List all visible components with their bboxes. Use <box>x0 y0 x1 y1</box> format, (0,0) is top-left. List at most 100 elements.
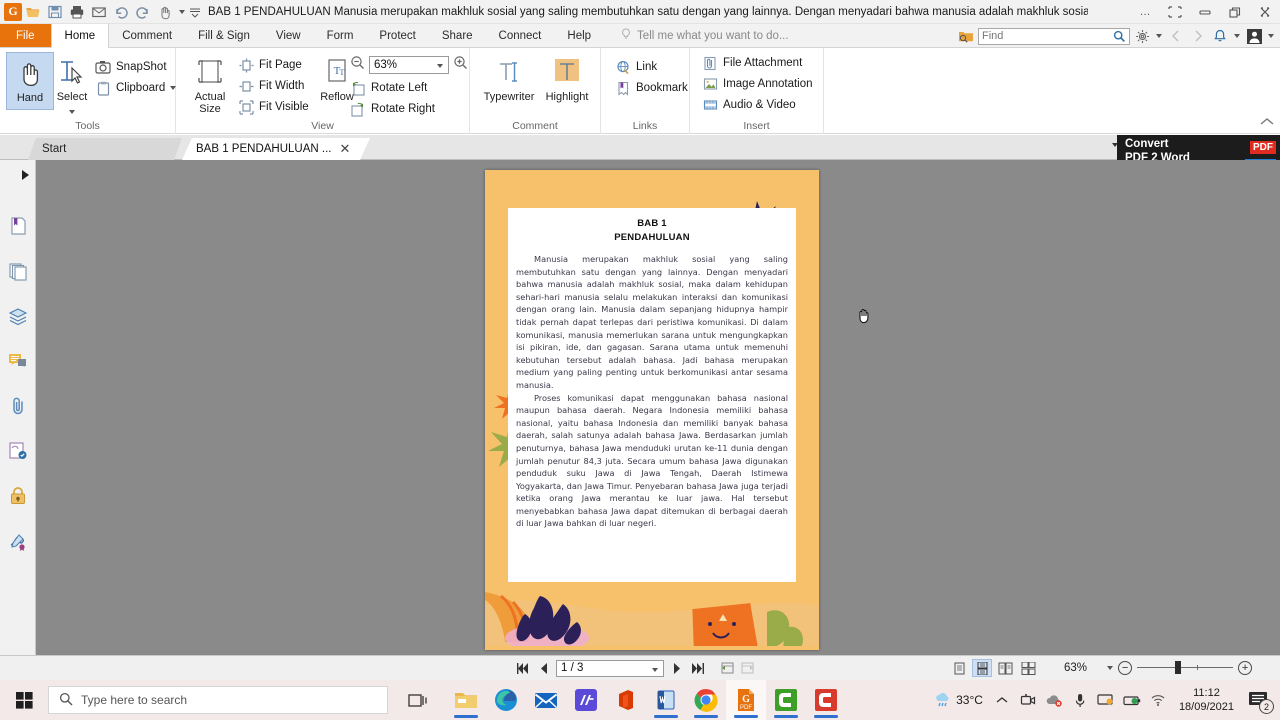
camtasia-recorder-icon[interactable] <box>806 680 846 720</box>
pdf-viewer-canvas[interactable]: BAB 1 PENDAHULUAN Manusia merupakan makh… <box>36 160 1280 655</box>
avatar-caret-icon[interactable] <box>1266 26 1276 46</box>
tab-fill-and-sign[interactable]: Fill & Sign <box>185 24 263 47</box>
ribbon-display-icon[interactable] <box>1160 0 1190 24</box>
select-dropdown-caret-icon[interactable] <box>69 105 75 117</box>
search-input[interactable]: Type here to search <box>48 686 388 714</box>
redo-icon[interactable] <box>132 1 154 23</box>
next-page-icon[interactable] <box>668 660 685 677</box>
tab-comment[interactable]: Comment <box>109 24 185 47</box>
zoom-out-button[interactable]: − <box>1118 661 1133 675</box>
previous-view-icon[interactable] <box>718 660 735 677</box>
forward-arrow-icon[interactable] <box>1188 26 1208 46</box>
email-icon[interactable] <box>88 1 110 23</box>
battery-icon[interactable] <box>1119 680 1145 720</box>
ma-app-icon[interactable] <box>566 680 606 720</box>
qat-dropdown-caret-icon[interactable] <box>176 1 188 23</box>
first-page-icon[interactable] <box>514 660 531 677</box>
page-dropdown-caret-icon[interactable] <box>652 667 658 672</box>
doc-tab-start[interactable]: Start <box>28 138 182 160</box>
word-icon[interactable] <box>646 680 686 720</box>
file-attachment-button[interactable]: File Attachment <box>702 53 802 73</box>
tab-share[interactable]: Share <box>429 24 486 47</box>
single-page-layout-button[interactable] <box>949 659 969 677</box>
last-page-icon[interactable] <box>689 660 706 677</box>
zoom-caret-icon[interactable] <box>437 64 443 68</box>
tab-form[interactable]: Form <box>314 24 367 47</box>
microphone-icon[interactable] <box>1067 680 1093 720</box>
cloud-error-icon[interactable] <box>1041 680 1067 720</box>
show-hidden-icons-chevron[interactable] <box>989 680 1015 720</box>
office-icon[interactable] <box>606 680 646 720</box>
bell-caret-icon[interactable] <box>1232 26 1242 46</box>
display-icon[interactable] <box>1093 680 1119 720</box>
notification-bell-icon[interactable] <box>1210 26 1230 46</box>
pages-thumbnails-icon[interactable] <box>7 260 29 282</box>
zoom-in-icon[interactable] <box>453 55 468 75</box>
zoom-slider[interactable] <box>1137 661 1234 675</box>
zoom-level-combobox[interactable]: 63% <box>369 56 449 74</box>
tab-home[interactable]: Home <box>50 24 110 48</box>
gear-icon[interactable] <box>1132 26 1152 46</box>
search-icon[interactable] <box>1113 30 1126 46</box>
tell-me-search[interactable]: Tell me what you want to do... <box>604 24 789 47</box>
undo-icon[interactable] <box>110 1 132 23</box>
typewriter-button[interactable]: Typewriter <box>478 52 540 104</box>
facing-layout-button[interactable] <box>995 659 1015 677</box>
camera-icon[interactable] <box>1015 680 1041 720</box>
mail-icon[interactable] <box>526 680 566 720</box>
tab-connect[interactable]: Connect <box>486 24 555 47</box>
expand-panel-icon[interactable] <box>22 170 29 180</box>
bookmark-button[interactable]: Bookmark <box>615 78 688 98</box>
tab-protect[interactable]: Protect <box>366 24 428 47</box>
highlight-button[interactable]: Highlight <box>540 52 594 104</box>
image-annotation-button[interactable]: Image Annotation <box>702 74 813 94</box>
clipboard-button[interactable]: Clipboard <box>95 78 177 98</box>
fit-page-button[interactable]: Fit Page <box>238 55 302 75</box>
digital-signature-icon[interactable] <box>7 530 29 552</box>
layers-icon[interactable] <box>7 305 29 327</box>
actual-size-button[interactable]: Actual Size <box>184 52 236 115</box>
gaaiho-pdf-icon[interactable]: G PDF <box>726 680 766 720</box>
save-icon[interactable] <box>44 1 66 23</box>
file-explorer-icon[interactable] <box>446 680 486 720</box>
zoom-slider-thumb[interactable] <box>1175 661 1182 674</box>
chrome-icon[interactable] <box>686 680 726 720</box>
zoom-out-icon[interactable] <box>350 55 365 75</box>
close-button[interactable] <box>1250 0 1280 24</box>
page-number-input[interactable]: 1 / 3 <box>556 659 664 677</box>
link-button[interactable]: Link <box>615 57 657 77</box>
snapshot-button[interactable]: SnapShot <box>95 57 167 77</box>
rotate-right-button[interactable]: Rotate Right <box>350 99 435 119</box>
attachments-icon[interactable] <box>7 395 29 417</box>
next-view-icon[interactable] <box>739 660 756 677</box>
start-button[interactable] <box>0 680 48 720</box>
audio-video-button[interactable]: Audio & Video <box>702 95 796 115</box>
doc-tab-bab1[interactable]: BAB 1 PENDAHULUAN ... ✕ <box>182 138 370 160</box>
taskbar-clock[interactable]: 11:12 18/09/2021 <box>1171 686 1242 714</box>
restore-button[interactable] <box>1220 0 1250 24</box>
more-options-icon[interactable]: … <box>1130 0 1160 24</box>
fit-width-button[interactable]: Fit Width <box>238 76 304 96</box>
hand-tool-button[interactable]: Hand <box>6 52 54 110</box>
minimize-button[interactable] <box>1190 0 1220 24</box>
task-view-button[interactable] <box>398 680 438 720</box>
open-icon[interactable] <box>22 1 44 23</box>
camtasia-icon[interactable] <box>766 680 806 720</box>
gear-caret-icon[interactable] <box>1154 26 1164 46</box>
continuous-layout-button[interactable] <box>972 659 992 677</box>
previous-page-icon[interactable] <box>535 660 552 677</box>
back-arrow-icon[interactable] <box>1166 26 1186 46</box>
hand-tool-icon[interactable] <box>154 1 176 23</box>
collapse-ribbon-icon[interactable] <box>1260 117 1274 130</box>
tab-file[interactable]: File <box>0 24 51 47</box>
notifications-button[interactable]: 2 <box>1242 680 1276 720</box>
weather-icon[interactable] <box>930 680 956 720</box>
weather-temperature[interactable]: 33°C <box>956 693 989 707</box>
print-icon[interactable] <box>66 1 88 23</box>
continuous-facing-layout-button[interactable] <box>1018 659 1038 677</box>
wifi-icon[interactable] <box>1145 680 1171 720</box>
edge-icon[interactable] <box>486 680 526 720</box>
close-icon[interactable]: ✕ <box>339 141 350 157</box>
bookmarks-icon[interactable] <box>7 215 29 237</box>
avatar[interactable] <box>1244 26 1264 46</box>
